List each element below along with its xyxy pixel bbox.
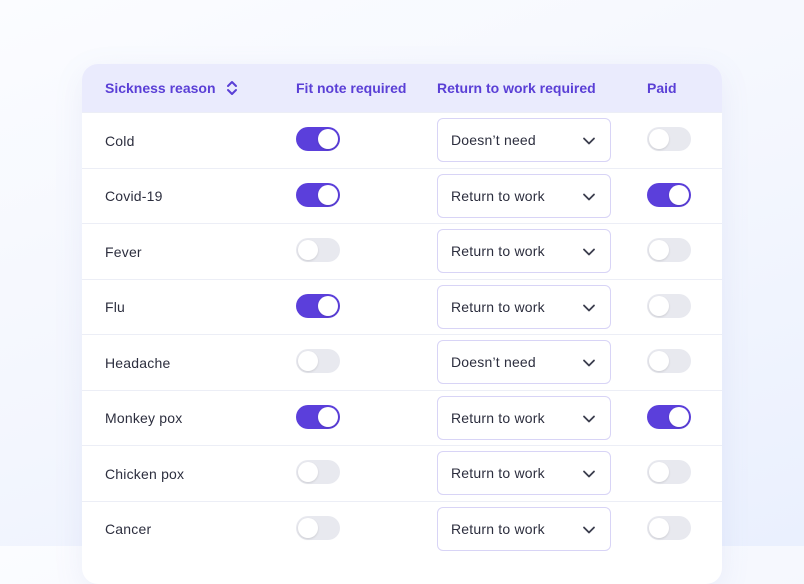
toggle-knob: [649, 351, 669, 371]
toggle-knob: [298, 240, 318, 260]
header-paid-label: Paid: [647, 80, 677, 96]
sickness-reasons-card: Sickness reason Fit note required Return…: [82, 64, 722, 584]
sickness-reason-name: Headache: [105, 354, 171, 371]
return-to-work-value: Return to work: [451, 298, 545, 315]
table-row: Chicken pox Return to work: [82, 445, 722, 501]
return-to-work-value: Return to work: [451, 520, 545, 537]
return-to-work-value: Return to work: [451, 409, 545, 426]
paid-toggle[interactable]: [647, 293, 691, 318]
toggle-knob: [649, 129, 669, 149]
header-paid: Paid: [647, 64, 677, 112]
fit-note-toggle[interactable]: [296, 349, 340, 373]
paid-toggle[interactable]: [647, 182, 691, 207]
sickness-reason-name: Cold: [105, 132, 135, 149]
toggle-knob: [318, 129, 338, 149]
sickness-reason-name: Fever: [105, 243, 142, 260]
return-to-work-select[interactable]: Return to work: [437, 173, 611, 218]
table-row: Flu Return to work: [82, 278, 722, 335]
return-to-work-value: Return to work: [451, 465, 545, 481]
return-to-work-select[interactable]: Return to work: [437, 395, 611, 440]
toggle-knob: [298, 351, 318, 371]
fit-note-toggle[interactable]: [296, 238, 340, 262]
chevron-down-icon: [583, 137, 595, 145]
paid-toggle[interactable]: [647, 404, 691, 429]
header-sickness-reason[interactable]: Sickness reason: [105, 64, 238, 112]
toggle-knob: [669, 184, 689, 205]
chevron-down-icon: [583, 470, 595, 478]
fit-note-toggle[interactable]: [296, 460, 340, 484]
toggle-knob: [298, 462, 318, 482]
return-to-work-select[interactable]: Return to work: [437, 229, 611, 273]
toggle-knob: [318, 406, 338, 427]
sickness-reason-name: Cancer: [105, 521, 152, 537]
chevron-down-icon: [583, 304, 595, 311]
toggle-knob: [318, 295, 338, 316]
table-row: Fever Return to work: [82, 223, 722, 279]
fit-note-toggle[interactable]: [296, 182, 340, 207]
table-row: Covid-19 Return to work: [82, 167, 722, 224]
toggle-knob: [649, 517, 669, 538]
header-return-to-work-label: Return to work required: [437, 80, 596, 96]
paid-toggle[interactable]: [647, 127, 691, 151]
header-return-to-work: Return to work required: [437, 64, 596, 112]
sort-up-down-icon[interactable]: [226, 79, 238, 97]
fit-note-toggle[interactable]: [296, 515, 340, 540]
paid-toggle[interactable]: [647, 349, 691, 373]
return-to-work-value: Return to work: [451, 187, 545, 204]
sickness-reason-name: Flu: [105, 299, 126, 315]
paid-toggle[interactable]: [647, 515, 691, 540]
chevron-down-icon: [583, 248, 595, 256]
toggle-knob: [298, 517, 318, 538]
return-to-work-value: Doesn’t need: [451, 132, 536, 148]
table-row: Cancer Return to work: [82, 500, 722, 557]
toggle-knob: [318, 184, 338, 205]
header-sickness-reason-label: Sickness reason: [105, 80, 216, 96]
return-to-work-value: Return to work: [451, 243, 545, 259]
sickness-reason-name: Covid-19: [105, 188, 163, 204]
fit-note-toggle[interactable]: [296, 293, 340, 318]
toggle-knob: [649, 295, 669, 316]
table-header: Sickness reason Fit note required Return…: [82, 64, 722, 112]
toggle-knob: [669, 406, 689, 427]
fit-note-toggle[interactable]: [296, 127, 340, 151]
return-to-work-select[interactable]: Doesn’t need: [437, 340, 611, 384]
sickness-reason-name: Monkey pox: [105, 410, 183, 426]
table-row: Cold Doesn’t need: [82, 112, 722, 168]
return-to-work-select[interactable]: Return to work: [437, 451, 611, 495]
toggle-knob: [649, 240, 669, 260]
return-to-work-select[interactable]: Return to work: [437, 506, 611, 551]
chevron-down-icon: [583, 415, 595, 422]
chevron-down-icon: [583, 193, 595, 200]
return-to-work-value: Doesn’t need: [451, 354, 536, 370]
return-to-work-select[interactable]: Return to work: [437, 284, 611, 329]
chevron-down-icon: [583, 359, 595, 367]
paid-toggle[interactable]: [647, 460, 691, 484]
header-fit-note: Fit note required: [296, 64, 406, 112]
sickness-reason-name: Chicken pox: [105, 465, 185, 482]
return-to-work-select[interactable]: Doesn’t need: [437, 118, 611, 162]
table-row: Headache Doesn’t need: [82, 334, 722, 390]
paid-toggle[interactable]: [647, 238, 691, 262]
table-row: Monkey pox Return to work: [82, 389, 722, 446]
toggle-knob: [649, 462, 669, 482]
chevron-down-icon: [583, 526, 595, 533]
header-fit-note-label: Fit note required: [296, 80, 407, 96]
fit-note-toggle[interactable]: [296, 404, 340, 429]
